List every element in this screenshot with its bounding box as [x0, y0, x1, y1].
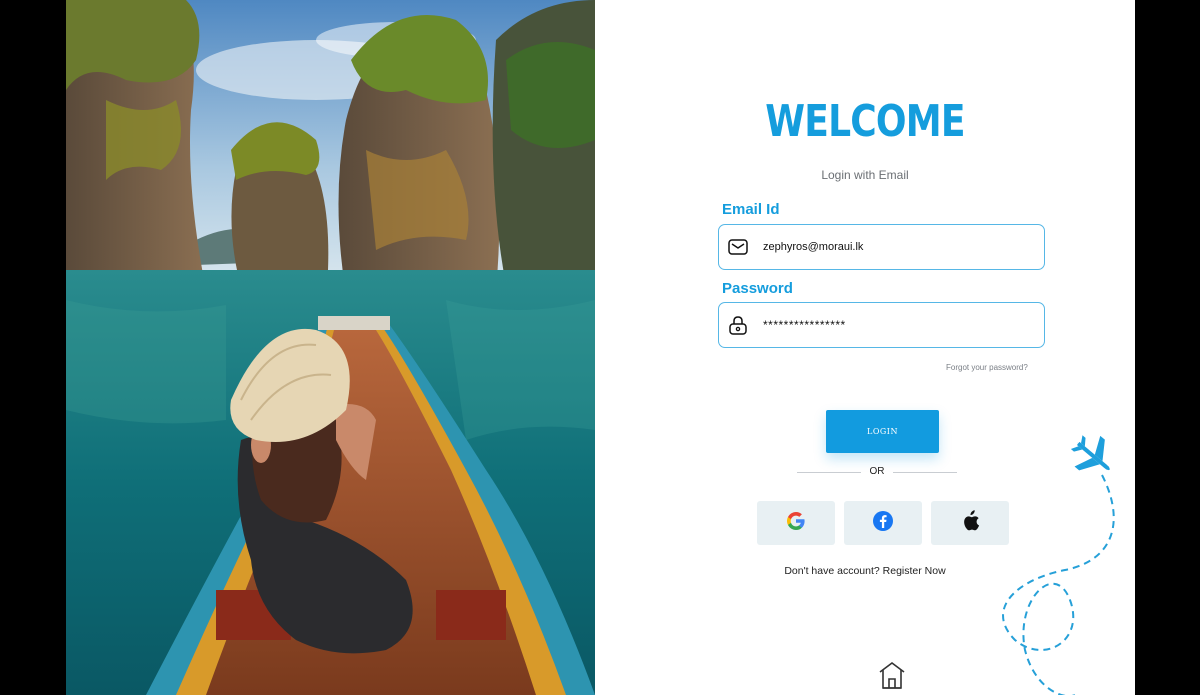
register-link[interactable]: Register Now: [883, 565, 946, 577]
google-icon: [785, 510, 807, 536]
apple-login-button[interactable]: [931, 501, 1009, 545]
lock-icon: [727, 314, 749, 336]
password-input[interactable]: ****************: [763, 318, 1013, 332]
password-label: Password: [722, 280, 793, 297]
home-icon[interactable]: [878, 660, 906, 690]
apple-icon: [960, 510, 980, 536]
google-login-button[interactable]: [757, 501, 835, 545]
email-label: Email Id: [722, 201, 780, 218]
mail-icon: [727, 236, 749, 258]
app-frame: WELCOME Login with Email Email Id Passwo…: [66, 0, 1135, 695]
register-text: Don't have account?: [784, 565, 880, 577]
facebook-icon: [872, 510, 894, 536]
or-divider: OR: [797, 466, 957, 480]
travel-photo-illustration: [66, 0, 595, 695]
airplane-icon: [1070, 435, 1110, 471]
email-input[interactable]: [763, 241, 1013, 253]
register-prompt: Don't have account? Register Now: [595, 565, 1135, 577]
forgot-password-link[interactable]: Forgot your password?: [946, 363, 1028, 372]
login-subtitle: Login with Email: [821, 168, 909, 182]
divider-line-right: [893, 472, 957, 473]
hero-photo: [66, 0, 595, 695]
facebook-login-button[interactable]: [844, 501, 922, 545]
email-field[interactable]: [718, 224, 1045, 270]
page-title: WELCOME: [765, 96, 965, 147]
login-button[interactable]: LOGIN: [826, 410, 939, 453]
password-field[interactable]: ****************: [718, 302, 1045, 348]
login-panel: WELCOME Login with Email Email Id Passwo…: [595, 0, 1135, 695]
